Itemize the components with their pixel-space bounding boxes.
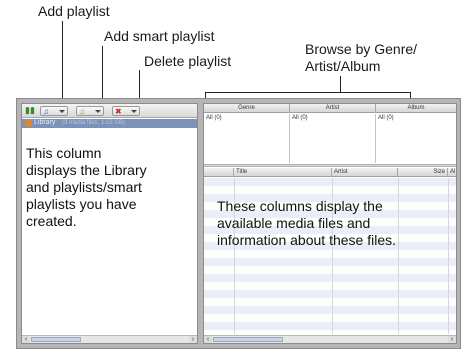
browser-header-genre[interactable]: Genre — [204, 104, 290, 113]
add-playlist-icon: ♫ — [43, 107, 49, 116]
scroll-right-icon[interactable]: › — [448, 336, 456, 343]
browser-header-artist[interactable]: Artist — [290, 104, 376, 113]
leader-add-smart-playlist — [102, 46, 103, 103]
scroll-right-icon[interactable]: › — [189, 336, 197, 343]
delete-playlist-button[interactable]: ✖ — [112, 106, 140, 116]
files-header-title[interactable]: Title — [234, 168, 332, 177]
media-manager-window: ▮▮ ♫ ♫ ✖ Library (3 media files, 1.53 GB… — [16, 98, 461, 349]
scrollbar-thumb[interactable] — [31, 337, 81, 342]
album-all-item[interactable]: All (0) — [378, 115, 394, 121]
library-icon: ▮▮ — [25, 105, 35, 115]
callout-add-smart-playlist: Add smart playlist — [104, 28, 215, 44]
chevron-down-icon — [95, 110, 101, 113]
scroll-left-icon[interactable]: ‹ — [204, 336, 212, 343]
add-smart-playlist-button[interactable]: ♫ — [76, 106, 104, 116]
scroll-left-icon[interactable]: ‹ — [22, 336, 30, 343]
pane-splitter[interactable] — [204, 164, 456, 167]
callout-browse-line2: Artist/Album — [305, 58, 381, 74]
files-header: Title Artist Size Al — [204, 168, 456, 177]
album-list[interactable]: All (0) — [376, 114, 456, 163]
files-header-icon[interactable] — [204, 168, 234, 177]
table-row[interactable] — [204, 290, 456, 298]
browser-header-album[interactable]: Album — [376, 104, 456, 113]
callout-browse-line1: Browse by Genre/ — [305, 41, 418, 57]
callout-add-playlist: Add playlist — [38, 3, 110, 19]
table-row[interactable] — [204, 322, 456, 330]
leader-browse-h — [205, 92, 411, 93]
chevron-down-icon — [59, 110, 65, 113]
artist-all-item[interactable]: All (0) — [292, 115, 308, 121]
sidebar-item-library[interactable]: Library (3 media files, 1.53 GB) — [22, 119, 197, 128]
table-row[interactable] — [204, 306, 456, 314]
left-pane-description: This column displays the Library and pla… — [26, 145, 147, 229]
browser-header: Genre Artist Album — [204, 104, 456, 113]
callout-delete-playlist: Delete playlist — [144, 53, 232, 69]
genre-list[interactable]: All (0) — [204, 114, 290, 163]
library-label: Library — [34, 119, 56, 126]
library-summary: (3 media files, 1.53 GB) — [62, 120, 126, 126]
library-folder-icon — [25, 120, 32, 127]
files-header-size[interactable]: Size — [398, 168, 448, 177]
table-row[interactable] — [204, 258, 456, 266]
playlist-toolbar: ▮▮ ♫ ♫ ✖ — [22, 104, 197, 118]
files-header-artist[interactable]: Artist — [332, 168, 398, 177]
chevron-down-icon — [131, 110, 137, 113]
right-pane-description: These columns display the available medi… — [217, 198, 396, 248]
leader-add-playlist — [62, 21, 63, 103]
right-horizontal-scrollbar[interactable]: ‹ › — [204, 335, 456, 343]
media-pane: Genre Artist Album All (0) All (0) All (… — [203, 103, 457, 344]
genre-all-item[interactable]: All (0) — [206, 115, 222, 121]
delete-playlist-icon: ✖ — [115, 107, 122, 116]
leader-browse-up — [340, 76, 341, 92]
playlist-pane: ▮▮ ♫ ♫ ✖ Library (3 media files, 1.53 GB… — [21, 103, 198, 344]
scrollbar-thumb[interactable] — [213, 337, 283, 342]
left-horizontal-scrollbar[interactable]: ‹ › — [22, 335, 197, 343]
table-row[interactable] — [204, 274, 456, 282]
table-row[interactable] — [204, 178, 456, 186]
add-smart-playlist-icon: ♫ — [79, 107, 85, 116]
add-playlist-button[interactable]: ♫ — [40, 106, 68, 116]
files-header-album[interactable]: Al — [448, 168, 456, 177]
artist-list[interactable]: All (0) — [290, 114, 376, 163]
